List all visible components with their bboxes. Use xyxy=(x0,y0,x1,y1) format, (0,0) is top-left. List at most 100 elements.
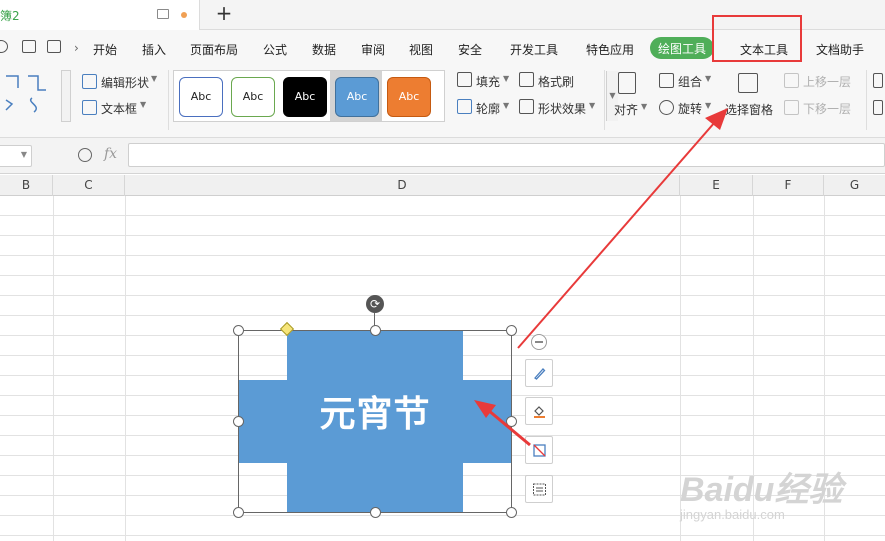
column-header-e[interactable]: E xyxy=(680,175,753,196)
new-tab-button[interactable]: + xyxy=(213,3,235,25)
menu-item-formulas[interactable]: 公式 xyxy=(263,41,287,58)
undo-icon[interactable] xyxy=(0,40,8,53)
size-icon[interactable] xyxy=(873,73,883,88)
name-box-dropdown-icon[interactable]: ▼ xyxy=(21,150,27,159)
watermark-main: Baidu经验 xyxy=(680,471,843,509)
edit-shape-dropdown-icon[interactable]: ▼ xyxy=(151,74,157,83)
rotate-button[interactable]: 旋转 xyxy=(678,100,702,117)
outline-button[interactable]: 轮廓 xyxy=(476,100,500,117)
name-box[interactable]: ▼ xyxy=(0,145,32,167)
outline-dropdown-icon[interactable]: ▼ xyxy=(503,101,509,110)
align-button[interactable]: 对齐 xyxy=(614,101,638,118)
resize-handle-top[interactable] xyxy=(370,325,381,336)
zoom-search-icon[interactable] xyxy=(78,148,92,162)
shape-style-gallery: Abc Abc Abc Abc Abc ▼ xyxy=(173,70,618,122)
floating-toolbar-collapse-icon[interactable] xyxy=(531,334,547,350)
send-backward-icon xyxy=(784,100,799,115)
group-button[interactable]: 组合 xyxy=(678,73,702,90)
column-header-d[interactable]: D xyxy=(125,175,680,196)
menu-item-home[interactable]: 开始 xyxy=(93,41,117,58)
column-header-c[interactable]: C xyxy=(53,175,125,196)
format-painter-button[interactable]: 格式刷 xyxy=(538,73,574,90)
resize-handle-bottom[interactable] xyxy=(370,507,381,518)
shape-effects-icon xyxy=(519,99,534,114)
selection-pane-button[interactable]: 选择窗格 xyxy=(725,101,773,118)
grid-line xyxy=(53,196,54,541)
rotate-icon xyxy=(659,100,674,115)
rotate-dropdown-icon[interactable]: ▼ xyxy=(705,101,711,110)
menu-item-security[interactable]: 安全 xyxy=(458,41,482,58)
menu-item-view[interactable]: 视图 xyxy=(409,41,433,58)
column-header-f[interactable]: F xyxy=(753,175,824,196)
outline-icon xyxy=(457,99,472,114)
document-tab[interactable]: 工作簿2 xyxy=(0,0,200,30)
drawing-tools-ribbon: 编辑形状 ▼ 文本框 ▼ Abc Abc Abc Abc Abc ▼ 填充 ▼ … xyxy=(0,64,885,138)
size-icon-2[interactable] xyxy=(873,100,883,115)
resize-handle-right[interactable] xyxy=(506,416,517,427)
fill-dropdown-icon[interactable]: ▼ xyxy=(503,74,509,83)
style-preset-1[interactable]: Abc xyxy=(179,77,223,117)
ribbon-separator xyxy=(168,70,169,130)
watermark: Baidu经验 jingyan.baidu.com xyxy=(680,462,842,522)
shape-gallery[interactable] xyxy=(2,72,58,118)
align-dropdown-icon[interactable]: ▼ xyxy=(641,102,647,111)
ribbon-separator xyxy=(604,70,605,130)
fill-bucket-icon xyxy=(534,406,545,418)
column-header-b[interactable]: B xyxy=(0,175,53,196)
formula-input[interactable] xyxy=(128,143,885,167)
floating-text-box-button[interactable] xyxy=(525,475,553,503)
edit-shape-button[interactable]: 编辑形状 xyxy=(101,74,149,91)
style-preset-5[interactable]: Abc xyxy=(387,77,431,117)
menu-item-data[interactable]: 数据 xyxy=(312,41,336,58)
menu-item-insert[interactable]: 插入 xyxy=(142,41,166,58)
fx-label[interactable]: fx xyxy=(104,146,117,162)
style-preset-4[interactable]: Abc xyxy=(335,77,379,117)
screen-icon[interactable] xyxy=(157,9,169,19)
shape-effects-button[interactable]: 形状效果 xyxy=(538,100,586,117)
column-header-row: B C D E F G xyxy=(0,175,885,196)
floating-fill-button[interactable] xyxy=(525,397,553,425)
send-backward-button[interactable]: 下移一层 xyxy=(803,100,851,117)
format-painter-icon xyxy=(519,72,534,87)
print-preview-icon[interactable] xyxy=(47,40,61,53)
ribbon-separator xyxy=(866,70,867,130)
resize-handle-bottom-left[interactable] xyxy=(233,507,244,518)
floating-outline-button[interactable] xyxy=(525,436,553,464)
column-header-g[interactable]: G xyxy=(824,175,885,196)
resize-handle-top-left[interactable] xyxy=(233,325,244,336)
style-preset-2[interactable]: Abc xyxy=(231,77,275,117)
group-dropdown-icon[interactable]: ▼ xyxy=(705,74,711,83)
menu-item-special-apps[interactable]: 特色应用 xyxy=(586,41,634,58)
menu-item-document-assistant[interactable]: 文档助手 xyxy=(816,41,864,58)
text-box-icon xyxy=(82,100,97,115)
bring-forward-button[interactable]: 上移一层 xyxy=(803,73,851,90)
rotate-handle-icon[interactable]: ⟳ xyxy=(366,295,384,313)
print-icon[interactable] xyxy=(22,40,36,53)
grid-line xyxy=(125,196,126,541)
highlight-rectangle xyxy=(712,15,802,62)
resize-handle-top-right[interactable] xyxy=(506,325,517,336)
style-preset-3[interactable]: Abc xyxy=(283,77,327,117)
menu-item-page-layout[interactable]: 页面布局 xyxy=(190,41,238,58)
resize-handle-left[interactable] xyxy=(233,416,244,427)
menu-item-developer[interactable]: 开发工具 xyxy=(510,41,558,58)
bring-forward-icon xyxy=(784,73,799,88)
selection-pane-icon xyxy=(738,73,758,93)
document-tab-title: 工作簿2 xyxy=(0,9,20,23)
align-icon xyxy=(618,72,636,94)
fill-button[interactable]: 填充 xyxy=(476,73,500,90)
text-box-button[interactable]: 文本框 xyxy=(101,100,137,117)
shape-effects-dropdown-icon[interactable]: ▼ xyxy=(589,101,595,110)
menu-item-review[interactable]: 审阅 xyxy=(361,41,385,58)
menu-item-drawing-tools[interactable]: 绘图工具 xyxy=(650,37,715,59)
formula-bar: ▼ fx xyxy=(0,138,885,174)
floating-style-button[interactable] xyxy=(525,359,553,387)
resize-handle-bottom-right[interactable] xyxy=(506,507,517,518)
more-quick-access-icon[interactable]: › xyxy=(74,41,79,55)
edit-shape-icon xyxy=(82,74,97,89)
outline-icon xyxy=(533,444,546,457)
shape-gallery-scroll[interactable] xyxy=(61,70,71,122)
text-box-dropdown-icon[interactable]: ▼ xyxy=(140,100,146,109)
text-box-icon xyxy=(533,483,546,496)
brush-icon xyxy=(534,368,546,380)
